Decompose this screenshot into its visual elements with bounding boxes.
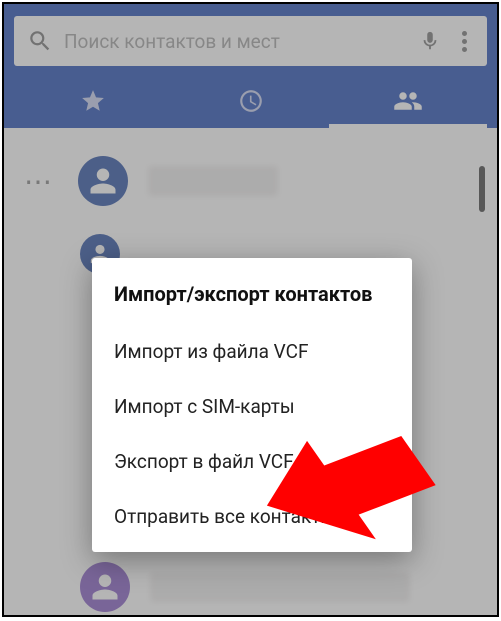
dialog-item-export-vcf[interactable]: Экспорт в файл VCF	[92, 434, 412, 489]
dialog-item-share-all[interactable]: Отправить все контакты	[92, 489, 412, 544]
app-frame: Поиск контактов и мест ⋯	[2, 2, 499, 617]
dialog-item-import-vcf[interactable]: Импорт из файла VCF	[92, 324, 412, 379]
dialog-title: Импорт/экспорт контактов	[92, 282, 412, 324]
import-export-dialog: Импорт/экспорт контактов Импорт из файла…	[92, 258, 412, 552]
dialog-item-import-sim[interactable]: Импорт с SIM-карты	[92, 379, 412, 434]
